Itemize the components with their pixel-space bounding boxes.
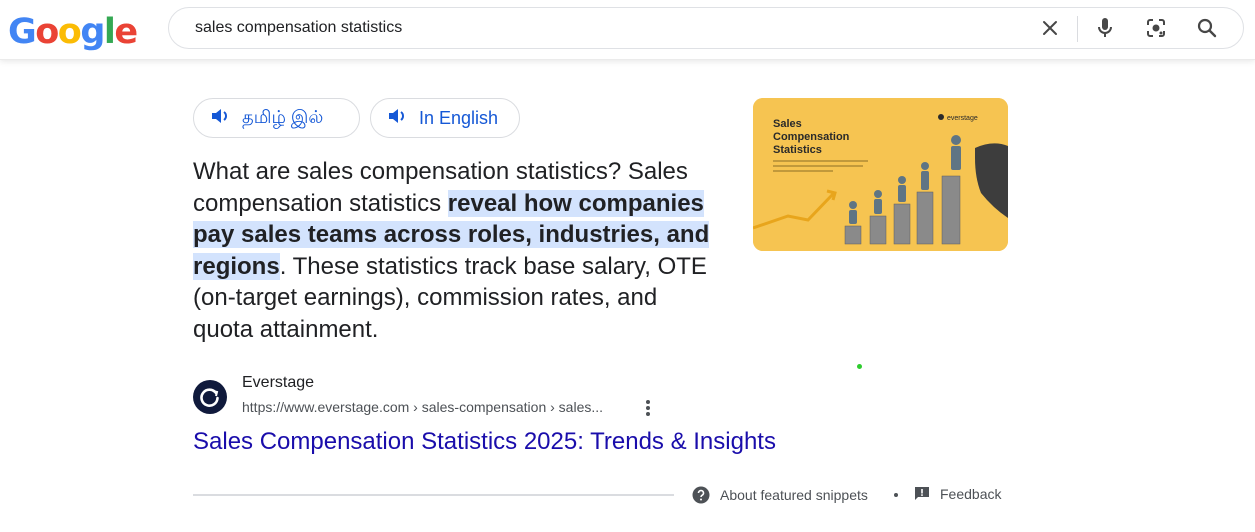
tamil-language-button[interactable]: தமிழ் இல் xyxy=(193,98,360,138)
source-site-name[interactable]: Everstage xyxy=(242,374,314,392)
speaker-icon xyxy=(210,107,230,130)
logo-letter: o xyxy=(57,12,82,52)
everstage-favicon-icon[interactable] xyxy=(193,380,227,414)
search-box[interactable]: sales compensation statistics xyxy=(168,7,1244,49)
tamil-language-label: தமிழ் இல் xyxy=(242,106,324,127)
featured-snippet-text: What are sales compensation statistics? … xyxy=(193,156,723,345)
feedback-icon xyxy=(914,486,930,502)
logo-letter: G xyxy=(8,12,37,52)
source-url[interactable]: https://www.everstage.com › sales-compen… xyxy=(242,399,603,415)
search-icon[interactable] xyxy=(1194,15,1220,41)
english-language-label: In English xyxy=(419,107,499,128)
about-featured-snippets-label: About featured snippets xyxy=(720,487,868,503)
feedback-label: Feedback xyxy=(940,486,1002,502)
result-title-link[interactable]: Sales Compensation Statistics 2025: Tren… xyxy=(193,426,776,458)
logo-letter: o xyxy=(35,12,59,52)
search-divider xyxy=(1077,16,1078,42)
more-options-icon[interactable] xyxy=(640,398,656,418)
feedback-link[interactable]: Feedback xyxy=(914,486,1001,502)
thumbnail-illustration: Sales Compensation Statistics everstage xyxy=(753,98,1008,251)
thumbnail-title-line3: Statistics xyxy=(773,144,822,156)
thumbnail-title-line1: Sales xyxy=(773,118,802,130)
microphone-icon[interactable] xyxy=(1092,15,1118,41)
english-language-button[interactable]: In English xyxy=(370,98,520,138)
footer-separator xyxy=(894,493,898,497)
thumbnail-title-line2: Compensation xyxy=(773,131,850,143)
search-header: Google sales compensation statistics xyxy=(0,0,1255,60)
indicator-dot xyxy=(857,364,862,369)
clear-icon[interactable] xyxy=(1037,15,1063,41)
logo-letter: l xyxy=(103,12,116,52)
google-logo[interactable]: Google xyxy=(8,12,138,52)
divider xyxy=(193,494,674,496)
logo-letter: e xyxy=(114,12,138,52)
snippet-thumbnail[interactable]: Sales Compensation Statistics everstage xyxy=(753,98,1008,251)
speaker-icon xyxy=(387,107,407,130)
logo-letter: g xyxy=(80,12,105,52)
lens-icon[interactable] xyxy=(1143,15,1169,41)
help-icon xyxy=(692,486,710,504)
thumbnail-brand: everstage xyxy=(947,115,978,122)
about-featured-snippets-link[interactable]: About featured snippets xyxy=(692,486,868,504)
search-input[interactable]: sales compensation statistics xyxy=(195,8,402,48)
